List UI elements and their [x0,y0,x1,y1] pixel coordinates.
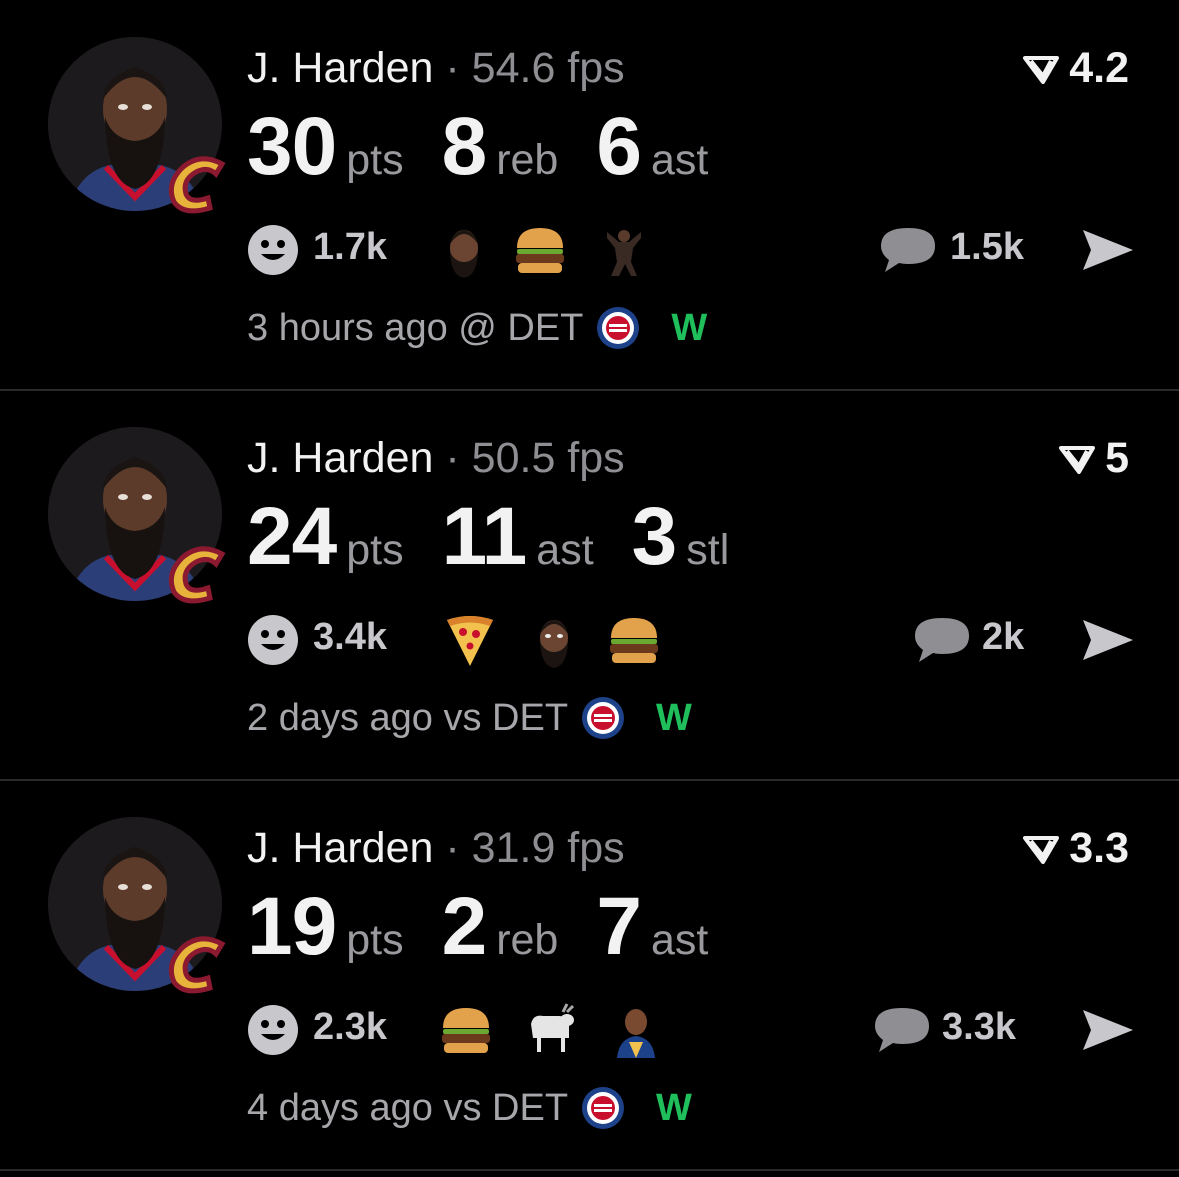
game-card[interactable]: J. Harden · 31.9 fps 3.3 19 pts 2 reb 7 … [0,780,1179,1170]
cavaliers-logo [168,156,226,214]
reaction-row: 1.7k 1.5k [247,218,1137,280]
card-header: J. Harden · 54.6 fps [247,42,625,94]
stat-unit: ast [536,526,594,574]
share-icon[interactable] [1079,616,1137,664]
reaction-row: 2.3k 3.3k [247,998,1137,1060]
comment-count[interactable]: 1.5k [950,226,1024,269]
stat-value: 6 [596,101,642,192]
stat-unit: ast [650,136,709,184]
stat-value: 30 [247,101,337,192]
fantasy-points: 31.9 fps [471,824,625,872]
game-time: 4 days ago vs DET [247,1086,569,1129]
player-portrait-icon[interactable] [609,1002,663,1058]
smiley-icon[interactable] [247,1004,299,1056]
game-card[interactable]: J. Harden · 50.5 fps 5 24 pts 11 ast 3 s… [0,390,1179,780]
game-time: 3 hours ago @ DET [247,306,584,349]
stat-value: 7 [596,881,642,972]
pistons-logo-icon[interactable] [580,1085,626,1131]
burger-icon[interactable] [439,1002,493,1058]
rating-icon [1023,835,1060,864]
pistons-logo-icon[interactable] [580,695,626,741]
game-feed: J. Harden · 54.6 fps 4.2 30 pts 8 reb 6 … [0,0,1179,1177]
game-meta: 3 hours ago @ DET W [247,305,707,351]
reaction-count[interactable]: 2.3k [313,1006,387,1049]
share-icon[interactable] [1079,1006,1137,1054]
stat-value: 2 [441,881,488,972]
burger-icon[interactable] [607,612,661,668]
rating-value: 5 [1105,434,1129,482]
separator: · [445,44,460,92]
stat-value: 19 [247,881,337,972]
cavaliers-logo [168,546,226,604]
rating-value: 3.3 [1069,824,1129,872]
rating-icon [1023,55,1060,84]
player-dunk-icon[interactable] [597,222,651,278]
card-header: J. Harden · 50.5 fps [247,432,625,484]
game-meta: 2 days ago vs DET W [247,695,692,741]
game-result: W [656,696,692,739]
stat-value: 3 [631,491,678,582]
card-divider [0,1169,1179,1171]
harden-face-icon[interactable] [527,612,581,668]
stat-unit: reb [496,916,559,964]
player-name[interactable]: J. Harden [247,434,433,482]
cavaliers-logo [168,936,226,994]
goat-icon[interactable] [523,1002,577,1058]
stat-unit: stl [686,526,730,574]
burger-icon[interactable] [513,222,567,278]
stat-value: 11 [441,491,528,582]
stat-value: 8 [441,101,488,192]
game-result: W [671,306,708,349]
stat-line: 19 pts 2 reb 7 ast [247,880,746,974]
comment-count[interactable]: 2k [982,616,1024,659]
harden-face-icon[interactable] [437,222,491,278]
stat-unit: reb [496,136,559,184]
stat-unit: pts [346,916,404,964]
comment-icon[interactable] [913,614,971,666]
stat-unit: pts [346,136,404,184]
reaction-count[interactable]: 3.4k [313,616,387,659]
pistons-logo-icon[interactable] [595,305,641,351]
fantasy-points: 54.6 fps [471,44,625,92]
smiley-icon[interactable] [247,224,299,276]
stat-value: 24 [247,491,337,582]
player-name[interactable]: J. Harden [247,44,433,92]
game-meta: 4 days ago vs DET W [247,1085,692,1131]
comment-count[interactable]: 3.3k [942,1006,1016,1049]
pizza-icon[interactable] [443,612,497,668]
stat-line: 30 pts 8 reb 6 ast [247,100,746,194]
rating-icon [1059,445,1096,474]
comment-icon[interactable] [879,224,937,276]
game-result: W [656,1086,692,1129]
game-card[interactable]: J. Harden · 54.6 fps 4.2 30 pts 8 reb 6 … [0,0,1179,390]
card-header: J. Harden · 31.9 fps [247,822,625,874]
reaction-count[interactable]: 1.7k [313,226,387,269]
comment-icon[interactable] [873,1004,931,1056]
rating-badge: 3.3 [1021,824,1129,873]
rating-value: 4.2 [1069,44,1129,92]
player-name[interactable]: J. Harden [247,824,433,872]
share-icon[interactable] [1079,226,1137,274]
stat-unit: ast [650,916,709,964]
game-time: 2 days ago vs DET [247,696,569,739]
fantasy-points: 50.5 fps [471,434,625,482]
separator: · [445,824,460,872]
stat-unit: pts [346,526,404,574]
rating-badge: 5 [1057,434,1129,483]
smiley-icon[interactable] [247,614,299,666]
rating-badge: 4.2 [1021,44,1129,93]
stat-line: 24 pts 11 ast 3 stl [247,490,767,584]
separator: · [445,434,460,482]
reaction-row: 3.4k 2k [247,608,1137,670]
